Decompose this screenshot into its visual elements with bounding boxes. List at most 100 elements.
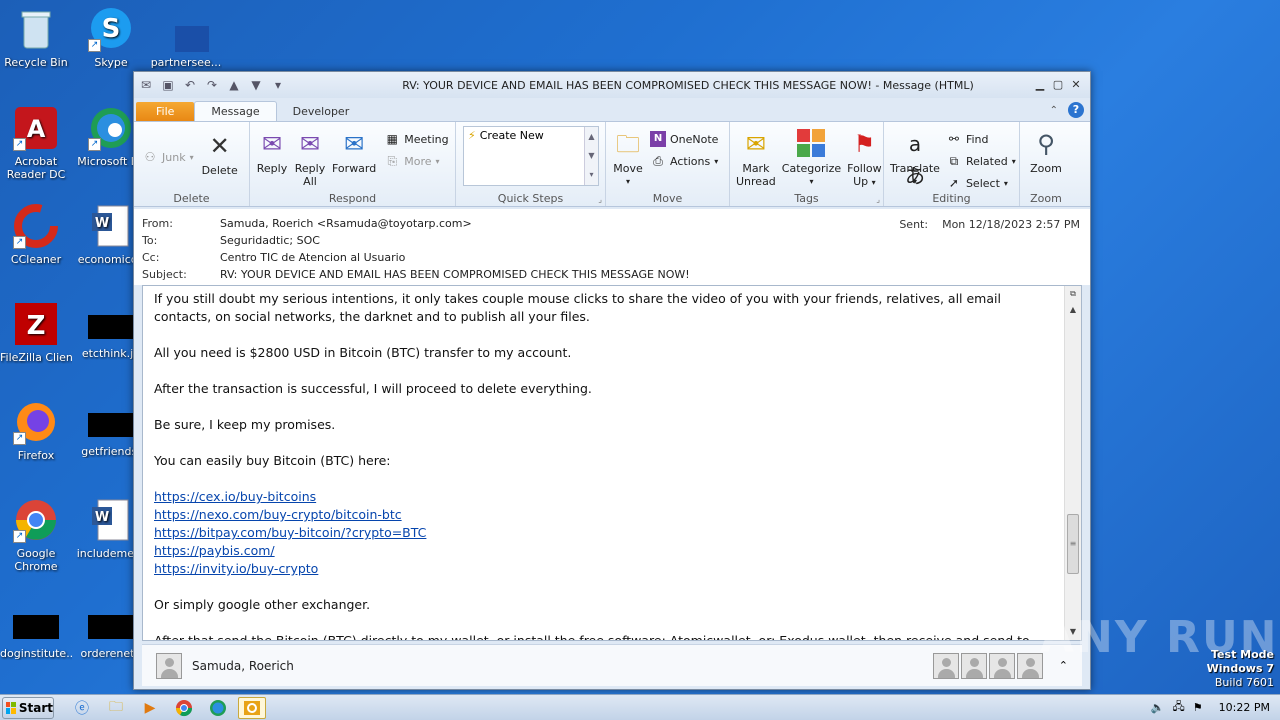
group-label-zoom: Zoom (1030, 192, 1062, 205)
taskbar-chrome-icon[interactable] (170, 697, 198, 719)
message-window: ✉ ▣ ↶ ↷ ▲ ▼ ▾ RV: YOUR DEVICE AND EMAIL … (133, 71, 1091, 690)
desktop-icon-partnersee[interactable]: partnersee... (150, 6, 222, 69)
body-scrollbar[interactable]: ⧉ ▲ ≡ ▼ (1064, 286, 1081, 640)
contact-avatar[interactable] (932, 652, 959, 679)
desktop-icon-filezilla[interactable]: Z FileZilla Client (0, 301, 72, 364)
link-paybis[interactable]: https://paybis.com/ (154, 542, 1055, 560)
clock[interactable]: 10:22 PM (1219, 701, 1270, 714)
actions-icon: ⎙ (653, 154, 663, 168)
taskbar-edge-icon[interactable] (204, 697, 232, 719)
tab-developer[interactable]: Developer (277, 102, 366, 121)
volume-icon[interactable]: 🔈 (1151, 701, 1165, 714)
quick-steps-scroll[interactable]: ▲ ▼ ▾ (584, 127, 598, 185)
ccleaner-icon: ↗ (13, 203, 59, 249)
categorize-button[interactable]: Categorize ▾ (782, 128, 841, 189)
actions-button[interactable]: ⎙ Actions ▾ (650, 150, 718, 172)
taskbar: Start ⓔ 🗀 ▶ 🔈 🖧 ⚑ 10:22 PM (0, 694, 1280, 720)
follow-up-button[interactable]: ⚑ Follow Up ▾ (847, 128, 882, 189)
to-value[interactable]: Seguridadtic; SOC (220, 234, 1082, 247)
group-quick-steps: ⚡ Create New ▲ ▼ ▾ Quick Steps ⌟ (456, 122, 606, 206)
maximize-icon[interactable]: ▢ (1050, 78, 1066, 92)
cc-value[interactable]: Centro TIC de Atencion al Usuario (220, 251, 1082, 264)
meeting-calendar-icon: ▦ (386, 132, 398, 146)
save-icon[interactable]: ▣ (160, 77, 176, 93)
network-icon[interactable]: 🖧 (1173, 698, 1185, 717)
categorize-icon (795, 128, 827, 160)
customize-qat-icon[interactable]: ▾ (270, 77, 286, 93)
magnifier-icon: ⚲ (1037, 130, 1055, 158)
to-label: To: (142, 234, 158, 247)
link-cex[interactable]: https://cex.io/buy-bitcoins (154, 488, 1055, 506)
desktop-icon-chrome[interactable]: ↗ Google Chrome (0, 497, 72, 573)
link-bitpay[interactable]: https://bitpay.com/buy-bitcoin/?crypto=B… (154, 524, 1055, 542)
meeting-button[interactable]: ▦ Meeting (384, 128, 449, 150)
junk-icon: ⚇ (144, 150, 156, 164)
tab-file[interactable]: File (136, 102, 195, 121)
undo-icon[interactable]: ↶ (182, 77, 198, 93)
move-button[interactable]: 🗀 Move ▾ (612, 128, 644, 188)
forward-button[interactable]: ✉ Forward (332, 128, 376, 188)
more-button[interactable]: ⎘ More ▾ (384, 150, 448, 172)
tab-message[interactable]: Message (194, 101, 277, 121)
mark-unread-button[interactable]: ✉ Mark Unread (736, 128, 776, 189)
related-button[interactable]: ⧉ Related ▾ (946, 150, 1016, 172)
taskbar-explorer-icon[interactable]: 🗀 (102, 697, 130, 719)
contact-avatar[interactable] (1016, 652, 1043, 679)
minimize-icon[interactable]: ▁ (1032, 78, 1048, 92)
link-nexo[interactable]: https://nexo.com/buy-crypto/bitcoin-btc (154, 506, 1055, 524)
dialog-launcher-icon[interactable]: ⌟ (876, 195, 880, 204)
zoom-button[interactable]: ⚲ Zoom (1030, 128, 1062, 175)
title-bar: ✉ ▣ ↶ ↷ ▲ ▼ ▾ RV: YOUR DEVICE AND EMAIL … (134, 72, 1090, 98)
skype-icon: S ↗ (88, 6, 134, 52)
junk-button[interactable]: ⚇ Junk ▾ (142, 146, 194, 168)
create-new-quick-step[interactable]: ⚡ Create New (464, 127, 598, 144)
window-title: RV: YOUR DEVICE AND EMAIL HAS BEEN COMPR… (402, 78, 974, 92)
group-label-respond: Respond (328, 192, 377, 205)
select-button[interactable]: ➚ Select ▾ (946, 172, 1016, 194)
redo-icon[interactable]: ↷ (204, 77, 220, 93)
start-button[interactable]: Start (2, 696, 54, 719)
message-body[interactable]: If you still doubt my serious intentions… (142, 285, 1082, 641)
svg-text:A: A (27, 115, 46, 143)
link-invity[interactable]: https://invity.io/buy-crypto (154, 560, 1055, 578)
contact-avatar[interactable] (988, 652, 1015, 679)
taskbar-media-player-icon[interactable]: ▶ (136, 697, 164, 719)
desktop-icon-acrobat[interactable]: A ↗ Acrobat Reader DC (0, 105, 72, 181)
from-label: From: (142, 217, 173, 230)
body-paragraph: Or simply google other exchanger. (154, 597, 371, 612)
taskbar-ie-icon[interactable]: ⓔ (68, 697, 96, 719)
desktop-icon-doginstitute[interactable]: doginstitute.... (0, 603, 72, 660)
scroll-thumb[interactable]: ≡ (1067, 514, 1079, 574)
translate-button[interactable]: aあ Translate ▾ (890, 128, 940, 194)
delete-button[interactable]: ✕ Delete (202, 130, 238, 177)
collapse-ribbon-icon[interactable]: ⌃ (1050, 105, 1058, 116)
contact-avatar[interactable] (960, 652, 987, 679)
reply-all-button[interactable]: ✉ Reply All (294, 128, 326, 188)
group-label-editing: Editing (932, 192, 971, 205)
filezilla-icon: Z (13, 301, 59, 347)
desktop-icon-firefox[interactable]: ↗ Firefox (0, 399, 72, 462)
action-center-flag-icon[interactable]: ⚑ (1193, 701, 1203, 714)
sent-value: Mon 12/18/2023 2:57 PM (942, 218, 1080, 231)
people-pane-name[interactable]: Samuda, Roerich (192, 659, 294, 673)
scroll-up-arrow[interactable]: ▲ (1065, 302, 1081, 318)
desktop-icon-recycle-bin[interactable]: Recycle Bin (0, 6, 72, 69)
people-pane: Samuda, Roerich ⌃ (142, 644, 1082, 686)
close-icon[interactable]: ✕ (1068, 78, 1084, 92)
help-icon[interactable]: ? (1068, 102, 1084, 118)
desktop-icon-skype[interactable]: S ↗ Skype (75, 6, 147, 69)
subject-label: Subject: (142, 268, 187, 281)
dialog-launcher-icon[interactable]: ⌟ (598, 195, 602, 204)
more-icon: ⎘ (387, 154, 398, 168)
quick-steps-gallery[interactable]: ⚡ Create New ▲ ▼ ▾ (463, 126, 599, 186)
find-button[interactable]: ⚯ Find (946, 128, 1016, 150)
desktop-icon-ccleaner[interactable]: ↗ CCleaner (0, 203, 72, 266)
scroll-split-icon[interactable]: ⧉ (1065, 286, 1081, 302)
taskbar-outlook-icon[interactable] (238, 696, 266, 719)
reply-button[interactable]: ✉ Reply (256, 128, 288, 188)
sender-avatar[interactable] (156, 652, 182, 679)
onenote-button[interactable]: N OneNote (650, 128, 718, 150)
up-arrow-icon[interactable]: ▲ (226, 77, 242, 93)
down-arrow-icon[interactable]: ▼ (248, 77, 264, 93)
group-label-move: Move (652, 192, 683, 205)
